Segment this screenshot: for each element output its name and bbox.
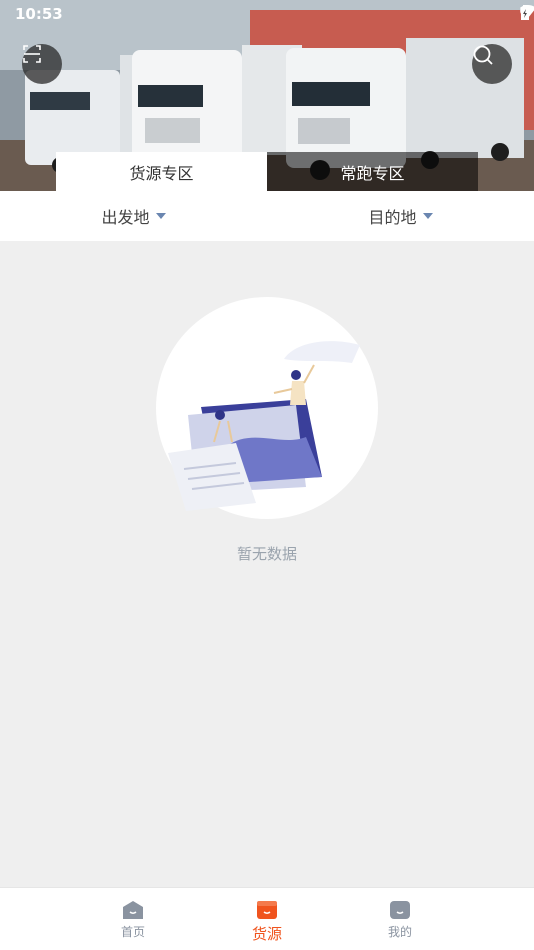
destination-filter[interactable]: 目的地 xyxy=(267,191,534,241)
search-icon xyxy=(473,45,493,65)
empty-illustration xyxy=(156,297,378,519)
empty-folder-icon xyxy=(168,341,360,511)
zone-tabs: 货源专区 常跑专区 xyxy=(56,152,478,191)
status-bar: 10:53 xyxy=(0,0,534,28)
scan-icon xyxy=(23,45,41,63)
bottom-nav: 首页 货源 我的 xyxy=(0,887,534,950)
tab-regular-routes[interactable]: 常跑专区 xyxy=(267,152,478,191)
nav-cargo-label: 货源 xyxy=(251,925,282,943)
nav-cargo[interactable]: 货源 xyxy=(237,888,297,950)
origin-filter[interactable]: 出发地 xyxy=(0,191,267,241)
home-icon xyxy=(123,901,143,919)
caret-down-icon xyxy=(155,213,166,219)
caret-down-icon xyxy=(422,213,433,219)
cargo-icon xyxy=(257,901,277,919)
nav-mine[interactable]: 我的 xyxy=(370,888,430,950)
nav-home[interactable]: 首页 xyxy=(103,888,163,950)
search-button[interactable] xyxy=(472,44,512,84)
nav-mine-label: 我的 xyxy=(387,925,412,939)
hero-banner: 10:53 货源专区 常跑专区 xyxy=(0,0,534,191)
status-time: 10:53 xyxy=(15,5,63,23)
empty-message: 暂无数据 xyxy=(236,545,297,563)
nav-home-label: 首页 xyxy=(120,925,145,939)
profile-icon xyxy=(390,901,410,919)
origin-filter-label: 出发地 xyxy=(101,208,150,227)
filter-row: 出发地 目的地 xyxy=(0,191,534,241)
destination-filter-label: 目的地 xyxy=(368,208,417,227)
empty-state: 暂无数据 xyxy=(0,241,534,887)
battery-icon xyxy=(521,5,529,20)
scan-button[interactable] xyxy=(22,44,62,84)
tab-cargo-zone[interactable]: 货源专区 xyxy=(56,152,267,191)
